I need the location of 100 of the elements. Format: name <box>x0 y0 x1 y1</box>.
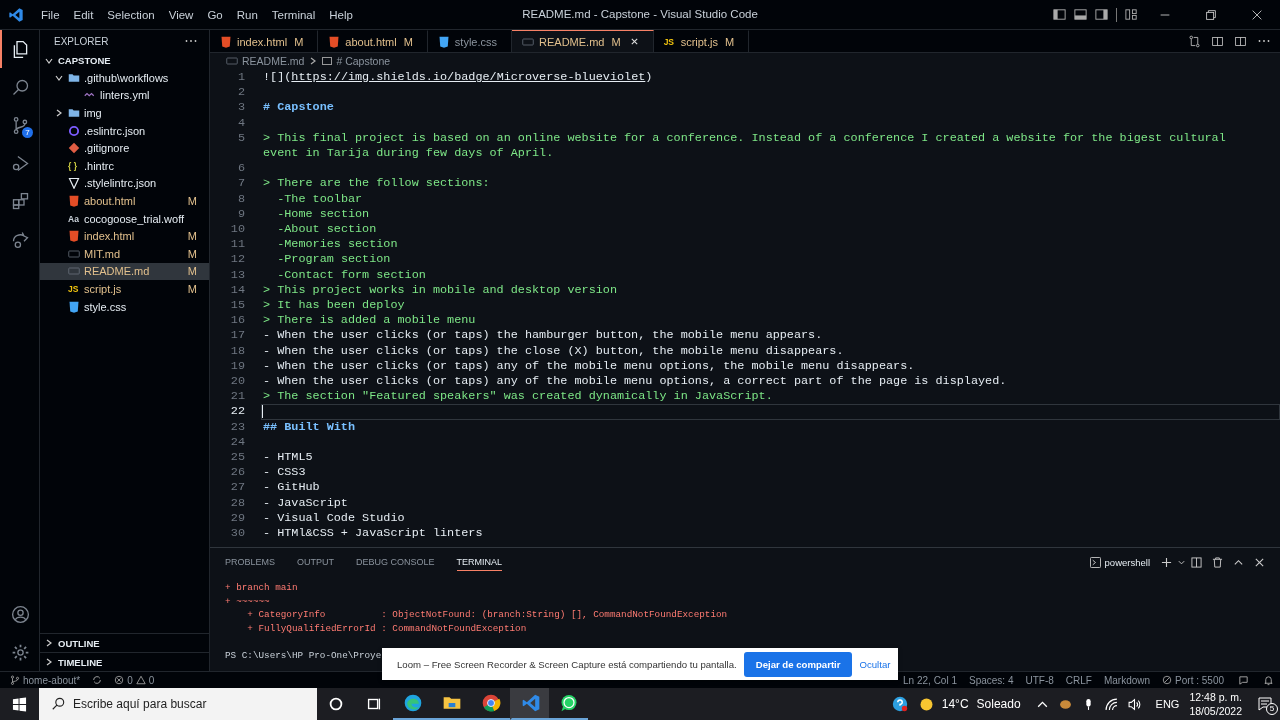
code-line: -Contact form section <box>276 267 427 283</box>
status-item[interactable]: CRLF <box>1065 674 1092 686</box>
branch-status[interactable]: home-about* <box>10 674 81 686</box>
sync-icon[interactable] <box>92 675 103 685</box>
code-line: - GitHub <box>263 480 321 496</box>
menu-item[interactable]: View <box>161 8 201 21</box>
clock[interactable]: 12:48 p. m. 18/05/2022 <box>1189 690 1242 718</box>
status-item[interactable]: UTF-8 <box>1025 674 1054 686</box>
close-icon[interactable] <box>629 37 639 46</box>
html-file-icon <box>68 230 80 243</box>
folder-icon <box>68 107 80 119</box>
panel-tab[interactable]: OUTPUT <box>297 554 334 570</box>
panel-tab[interactable]: DEBUG CONSOLE <box>356 554 435 570</box>
tree-item[interactable]: .gitignore <box>40 139 209 157</box>
file-type-icon: Aa <box>68 213 80 224</box>
section-header[interactable]: OUTLINE <box>40 633 209 652</box>
editor-tab[interactable]: about.html M <box>318 30 428 52</box>
breadcrumb-item[interactable]: # Capstone <box>336 55 391 67</box>
hide-link[interactable]: Ocultar <box>859 658 891 670</box>
trash-icon[interactable] <box>1212 556 1223 568</box>
stop-sharing-button[interactable]: Dejar de compartir <box>743 651 853 677</box>
search-field[interactable]: Escribe aquí para buscar <box>39 688 317 720</box>
feedback-icon[interactable] <box>1238 674 1249 686</box>
sidebar-toggle-icon[interactable] <box>1052 7 1067 22</box>
panel-tab[interactable]: TERMINAL <box>456 553 503 571</box>
menu-item[interactable]: File <box>34 8 67 21</box>
compare-icon[interactable] <box>1188 34 1201 48</box>
activity-button[interactable]: 7 <box>0 106 39 144</box>
line-number: 11 <box>229 237 245 253</box>
menu-item[interactable]: Selection <box>100 8 162 21</box>
editor-tab[interactable]: README.md M <box>512 30 654 52</box>
tree-item[interactable]: style.css <box>40 297 209 316</box>
tree-item[interactable]: .stylelintrc.json <box>40 174 209 193</box>
bell-icon[interactable] <box>1263 674 1274 686</box>
search-icon <box>51 697 65 711</box>
language-indicator[interactable]: ENG <box>1155 698 1180 710</box>
browser-icon <box>480 693 501 713</box>
tree-item[interactable]: Aa cocogoose_trial.woff <box>40 209 209 228</box>
windows-start-icon[interactable] <box>12 696 27 712</box>
folder-header[interactable]: CAPSTONE <box>40 52 209 69</box>
terminal-selector[interactable]: powershell <box>1089 556 1150 568</box>
close-icon[interactable] <box>1254 556 1265 568</box>
menu-item[interactable]: Terminal <box>264 8 323 21</box>
layout-icon[interactable] <box>1124 7 1139 22</box>
tree-item[interactable]: linters.yml <box>40 86 209 105</box>
line-number: 3 <box>236 100 245 116</box>
help-icon[interactable] <box>890 695 909 713</box>
tree-item[interactable]: { } .hintrc <box>40 156 209 175</box>
tree-item[interactable]: README.md M <box>40 262 209 281</box>
status-item[interactable]: Ln 22, Col 1 <box>903 674 957 686</box>
tree-item[interactable]: MIT.md M <box>40 244 209 263</box>
secondary-sidebar-icon[interactable] <box>1094 7 1109 22</box>
tab-label: script.js <box>680 35 718 48</box>
port-status[interactable]: Port : 5500 <box>1162 674 1224 686</box>
line-number: 19 <box>229 358 245 375</box>
status-item[interactable]: Markdown <box>1103 674 1151 686</box>
code-line: - CSS3 <box>263 465 307 481</box>
panel-toggle-icon[interactable] <box>1073 7 1088 22</box>
app-tray-icon[interactable] <box>1058 697 1072 711</box>
tree-item[interactable]: JS script.js M <box>40 280 209 298</box>
cortana-icon[interactable] <box>327 695 345 713</box>
account-icon[interactable] <box>10 603 31 625</box>
markdown-file-icon <box>68 265 80 278</box>
breadcrumb-item[interactable]: README.md <box>242 55 305 67</box>
tree-item[interactable]: index.html M <box>40 227 209 245</box>
circle-icon <box>68 124 80 137</box>
tree-item[interactable]: .github\workflows <box>40 69 209 87</box>
branch-icon <box>10 675 20 685</box>
status-item[interactable]: Spaces: 4 <box>969 674 1014 686</box>
more-icon[interactable] <box>1258 39 1270 43</box>
line-number: 5 <box>236 130 245 147</box>
menu-item[interactable]: Run <box>229 8 265 21</box>
weather-widget[interactable]: 14°C Soleado <box>918 696 1021 712</box>
window-title: README.md - Capstone - Visual Studio Code <box>522 8 758 20</box>
line-number: 14 <box>229 282 245 299</box>
problems-status[interactable]: 0 0 <box>114 674 155 686</box>
panel-tab[interactable]: PROBLEMS <box>225 554 275 570</box>
editor-tab[interactable]: index.html M <box>210 30 319 52</box>
split-icon[interactable] <box>1191 556 1202 568</box>
volume-icon[interactable] <box>1127 697 1141 711</box>
wifi-icon[interactable] <box>1104 697 1118 711</box>
code-line: -Home section <box>276 206 371 223</box>
line-number: 10 <box>229 222 245 238</box>
notification-button[interactable]: 5 <box>1250 696 1280 712</box>
line-number: 7 <box>236 176 245 192</box>
restore-icon[interactable] <box>1204 7 1218 22</box>
menu-item[interactable]: Edit <box>66 8 101 21</box>
tree-item[interactable]: .eslintrc.json <box>40 121 209 140</box>
preview-icon[interactable] <box>1211 34 1224 48</box>
tree-item[interactable]: img <box>40 104 209 122</box>
menu-item[interactable]: Help <box>322 8 360 21</box>
editor-tab[interactable]: JS script.js M <box>653 30 750 52</box>
plus-icon[interactable] <box>1161 556 1172 568</box>
git-status: M <box>187 230 197 243</box>
html-file-icon <box>328 35 341 48</box>
error-icon <box>114 675 125 685</box>
more-icon[interactable] <box>185 39 197 43</box>
tree-item[interactable]: about.html M <box>40 192 209 210</box>
menu-item[interactable]: Go <box>200 8 230 21</box>
split-editor-icon[interactable] <box>1234 34 1247 48</box>
